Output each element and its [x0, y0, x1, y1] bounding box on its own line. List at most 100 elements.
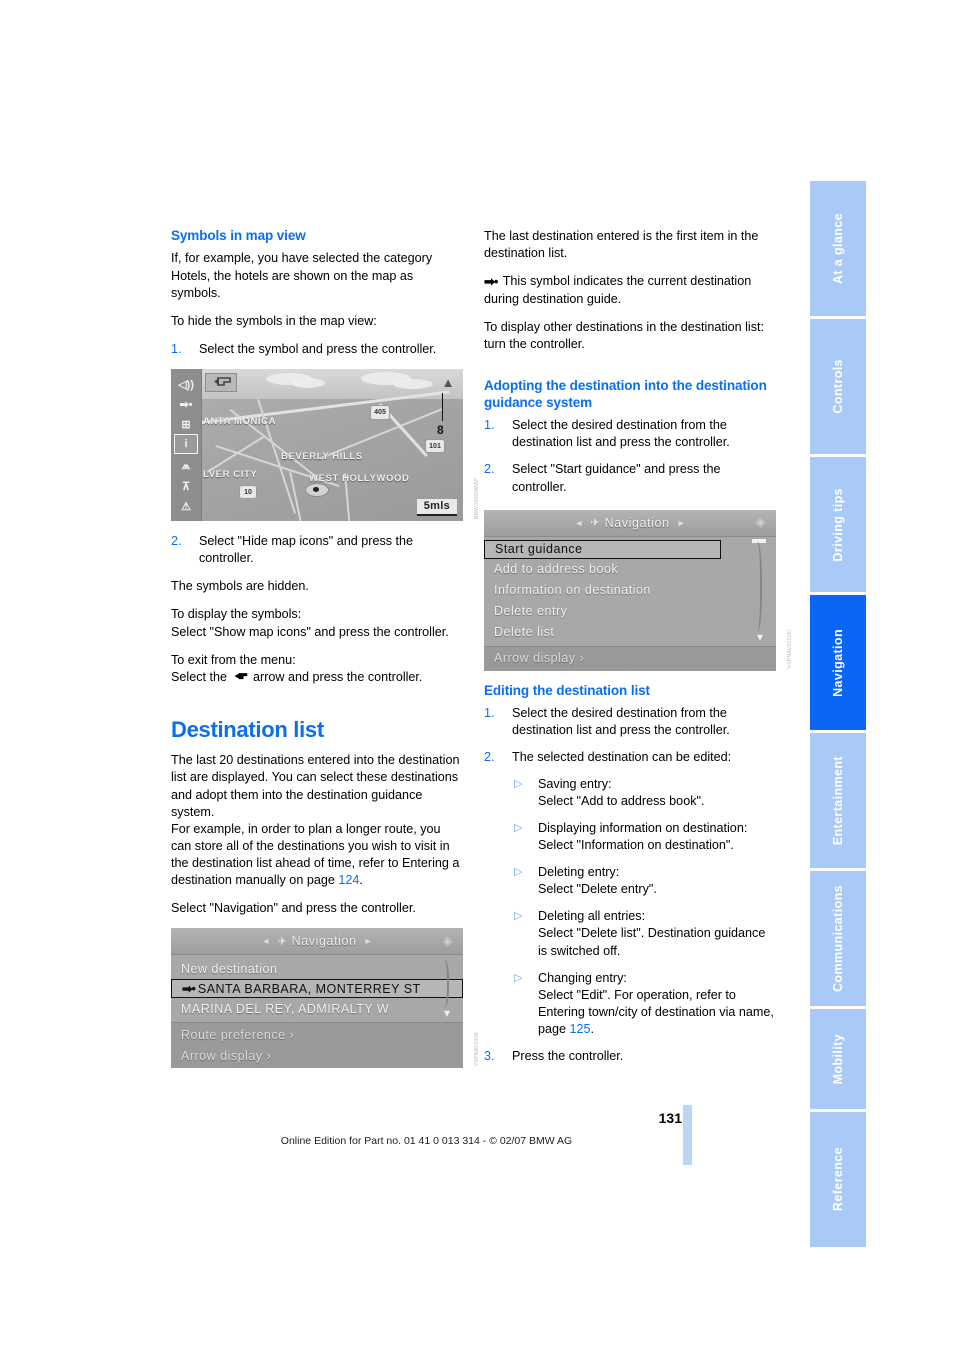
- warning-icon[interactable]: ⚠: [175, 497, 197, 515]
- heading-symbols-in-map-view: Symbols in map view: [171, 228, 306, 243]
- paragraph-longer-route: For example, in order to plan a longer r…: [171, 821, 463, 890]
- map-icon-bar: ◁)) ➡• ⊞ i ⩕ ⊼ ⚠: [171, 369, 202, 522]
- sub-option-body: Select "Delete entry".: [538, 882, 657, 897]
- menu-footer: Arrow display ›: [484, 645, 776, 671]
- step-number: 1.: [171, 341, 182, 356]
- page-reference-125[interactable]: 125: [570, 1022, 591, 1036]
- tab-label: Reference: [831, 1147, 845, 1212]
- road-line: [207, 436, 265, 473]
- figure-map-view: ANTA MONICA BEVERLY HILLS LVER CITY WEST…: [171, 369, 480, 522]
- page-title: Destination list: [171, 716, 324, 742]
- step-item: 3. Press the controller.: [484, 1048, 776, 1065]
- step-text: Select the symbol and press the controll…: [199, 341, 437, 356]
- map-cursor: [305, 483, 329, 498]
- menu-item-delete-list[interactable]: Delete list: [484, 622, 776, 643]
- step-text: Select "Start guidance" and press the co…: [512, 462, 721, 494]
- menu-item-information-on-destination[interactable]: Information on destination: [484, 580, 776, 601]
- paragraph-symbols-hidden: The symbols are hidden.: [171, 579, 309, 594]
- tab-reference[interactable]: Reference: [810, 1112, 866, 1247]
- tab-controls[interactable]: Controls: [810, 319, 866, 454]
- sub-option-title: Changing entry:: [538, 970, 627, 985]
- chevron-right-icon[interactable]: ►: [364, 936, 373, 946]
- menu-item-santa-barbara[interactable]: ➡• SANTA BARBARA, MONTERREY ST: [171, 979, 463, 999]
- steps-hide-symbols: 1. Select the symbol and press the contr…: [171, 341, 463, 358]
- sub-option-body: Select "Add to address book".: [538, 793, 705, 808]
- step-number: 1.: [484, 706, 495, 721]
- back-arrow-icon[interactable]: [205, 373, 237, 393]
- triangle-bullet-icon: ▷: [514, 777, 523, 790]
- chevron-down-icon[interactable]: ▾: [444, 1006, 450, 1020]
- highway-shield: 405: [370, 405, 390, 421]
- menu-item-label: Arrow display ›: [181, 1048, 272, 1063]
- steps-hide-symbols-2: 2. Select "Hide map icons" and press the…: [171, 533, 463, 567]
- display-others-intro: To display other destinations in the des…: [484, 320, 765, 335]
- tab-label: Entertainment: [831, 755, 845, 846]
- menu-title: Navigation: [604, 515, 670, 530]
- figure-code: VSPNAV0308: [474, 1032, 480, 1067]
- tab-label: Mobility: [831, 1033, 845, 1085]
- menu-footer: Route preference › Arrow display ›: [171, 1022, 463, 1069]
- sub-option-title: Displaying information on destination:: [538, 820, 748, 835]
- menu-list: Start guidance Add to address book Infor…: [484, 536, 776, 646]
- step-item: 1. Select the desired destination from t…: [484, 417, 776, 451]
- settings-gear-icon[interactable]: ◈: [439, 932, 456, 949]
- tab-navigation[interactable]: Navigation: [810, 595, 866, 730]
- sub-option-body: Select "Information on destination".: [538, 837, 734, 852]
- figure-code: VSPNAV0310KI: [787, 629, 793, 669]
- tab-at-a-glance[interactable]: At a glance: [810, 181, 866, 316]
- paragraph-exit-menu: To exit from the menu: Select the arrow …: [171, 652, 463, 686]
- figure-code: BMW0302DMAP: [474, 478, 480, 520]
- heading-editing-destination-list: Editing the destination list: [484, 682, 650, 698]
- sub-option-title: Deleting entry:: [538, 865, 620, 880]
- tab-entertainment[interactable]: Entertainment: [810, 733, 866, 868]
- info-icon[interactable]: i: [174, 434, 198, 455]
- left-text-column: Symbols in map view If, for example, you…: [171, 228, 480, 1080]
- junction-icon[interactable]: ⊼: [175, 477, 197, 495]
- chevron-right-icon[interactable]: ►: [677, 518, 686, 528]
- menu-item-route-preference[interactable]: Route preference ›: [171, 1024, 463, 1045]
- imprint-line: Online Edition for Part no. 01 41 0 013 …: [280, 1135, 573, 1147]
- chevron-down-icon[interactable]: ▾: [757, 630, 763, 644]
- menu-item-new-destination[interactable]: New destination: [171, 958, 463, 979]
- city-label: WEST HOLLYWOOD: [309, 473, 410, 485]
- longer-route-text: For example, in order to plan a longer r…: [171, 821, 460, 888]
- tab-mobility[interactable]: Mobility: [810, 1009, 866, 1109]
- display-others-action: turn the controller.: [484, 337, 585, 352]
- menu-item-arrow-display[interactable]: Arrow display ›: [484, 648, 776, 669]
- longer-route-period: .: [359, 873, 363, 888]
- tab-communications[interactable]: Communications: [810, 871, 866, 1006]
- menu-item-marina-del-rey[interactable]: MARINA DEL REY, ADMIRALTY W: [171, 998, 463, 1019]
- map-icons-icon[interactable]: ⊞: [175, 415, 197, 433]
- menu-item-label: Arrow display ›: [494, 651, 585, 666]
- step-item: 2. Select "Hide map icons" and press the…: [171, 533, 463, 567]
- menu-title: Navigation: [291, 934, 357, 949]
- chevron-left-icon[interactable]: ◄: [261, 936, 270, 946]
- tab-label: Navigation: [831, 628, 845, 697]
- step-item: 2. The selected destination can be edite…: [484, 749, 776, 1038]
- step-number: 2.: [484, 750, 495, 765]
- tab-driving-tips[interactable]: Driving tips: [810, 457, 866, 592]
- settings-gear-icon[interactable]: ◈: [752, 514, 769, 531]
- callout-leader: [442, 393, 443, 422]
- menu-item-arrow-display[interactable]: Arrow display ›: [171, 1045, 463, 1066]
- menu-item-label: Add to address book: [494, 562, 619, 577]
- triangle-bullet-icon: ▷: [514, 910, 523, 923]
- arrow-destination-icon[interactable]: ➡•: [175, 395, 197, 413]
- steps-adopting-destination: 1. Select the desired destination from t…: [484, 417, 776, 496]
- sub-option-body-end: .: [590, 1022, 595, 1037]
- step-text: The selected destination can be edited:: [512, 750, 732, 765]
- tab-label: At a glance: [831, 212, 845, 285]
- chevron-left-icon[interactable]: ◄: [574, 518, 583, 528]
- menu-item-add-to-address-book[interactable]: Add to address book: [484, 559, 776, 580]
- sub-option-title: Saving entry:: [538, 776, 612, 791]
- menu-item-start-guidance[interactable]: Start guidance: [484, 539, 721, 559]
- triangle-bullet-icon: ▷: [514, 866, 523, 879]
- paragraph-select-navigation: Select "Navigation" and press the contro…: [171, 901, 416, 916]
- menu-item-delete-entry[interactable]: Delete entry: [484, 601, 776, 622]
- list-item: ▷ Deleting entry: Select "Delete entry".: [512, 864, 776, 898]
- menu-header: ◄ ✈ Navigation ► ◈: [171, 928, 463, 956]
- list-item: ▷ Displaying information on destination:…: [512, 820, 776, 854]
- volume-icon[interactable]: ◁)): [175, 375, 197, 393]
- road-icon[interactable]: ⩕: [175, 457, 197, 475]
- page-reference-124[interactable]: 124: [338, 873, 359, 887]
